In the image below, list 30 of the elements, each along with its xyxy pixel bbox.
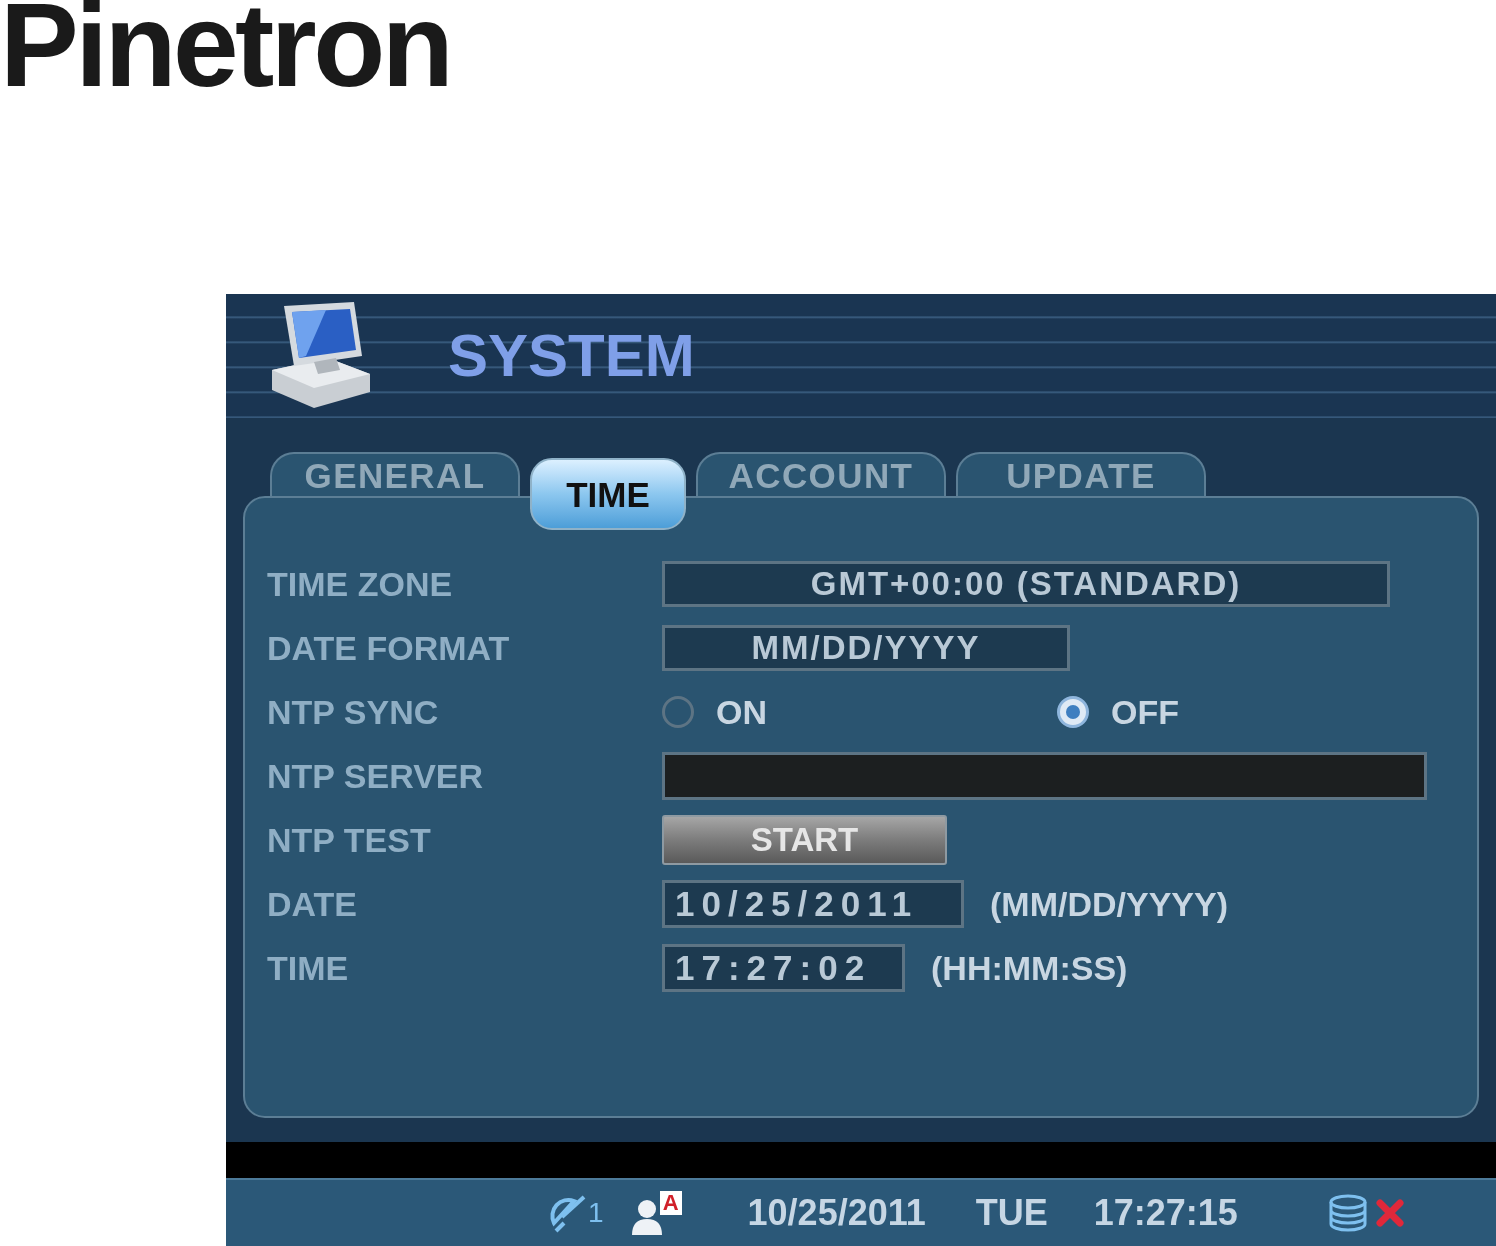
database-icon bbox=[1327, 1194, 1368, 1232]
status-date: 10/25/2011 bbox=[747, 1195, 926, 1231]
radio-label: ON bbox=[716, 694, 767, 729]
satellite-dish-icon bbox=[548, 1193, 588, 1233]
spin-field[interactable]: 10/25/2011 bbox=[662, 879, 964, 928]
radio-button[interactable] bbox=[662, 695, 694, 728]
setting-label: DATE bbox=[267, 886, 359, 921]
radio-label: OFF bbox=[1111, 694, 1179, 729]
logo: Pinetron bbox=[0, 0, 451, 104]
setting-label: NTP TEST bbox=[267, 822, 432, 857]
format-hint: (MM/DD/YYYY) bbox=[990, 886, 1228, 921]
close-icon bbox=[1375, 1199, 1404, 1227]
setting-label: TIME ZONE bbox=[267, 566, 454, 601]
setting-label: NTP SYNC bbox=[267, 694, 440, 729]
radio-button[interactable] bbox=[1057, 695, 1089, 728]
status-day: TUE bbox=[975, 1195, 1048, 1231]
setting-label: NTP SERVER bbox=[267, 758, 485, 793]
window-title: SYSTEM bbox=[448, 326, 695, 386]
camera-count: 1 bbox=[588, 1199, 604, 1227]
input-field[interactable] bbox=[662, 751, 1427, 800]
user-icon bbox=[629, 1199, 664, 1235]
select-field[interactable]: GMT+00:00 (STANDARD) bbox=[662, 560, 1390, 607]
tab[interactable]: TIME bbox=[530, 458, 686, 530]
user-badge: A bbox=[659, 1191, 682, 1215]
setting-label: DATE FORMAT bbox=[267, 630, 511, 665]
select-field[interactable]: MM/DD/YYYY bbox=[662, 624, 1070, 671]
format-hint: (HH:MM:SS) bbox=[931, 950, 1128, 985]
spin-field[interactable]: 17:27:02 bbox=[662, 943, 905, 992]
status-time: 17:27:15 bbox=[1093, 1195, 1238, 1231]
setting-label: TIME bbox=[267, 950, 350, 985]
